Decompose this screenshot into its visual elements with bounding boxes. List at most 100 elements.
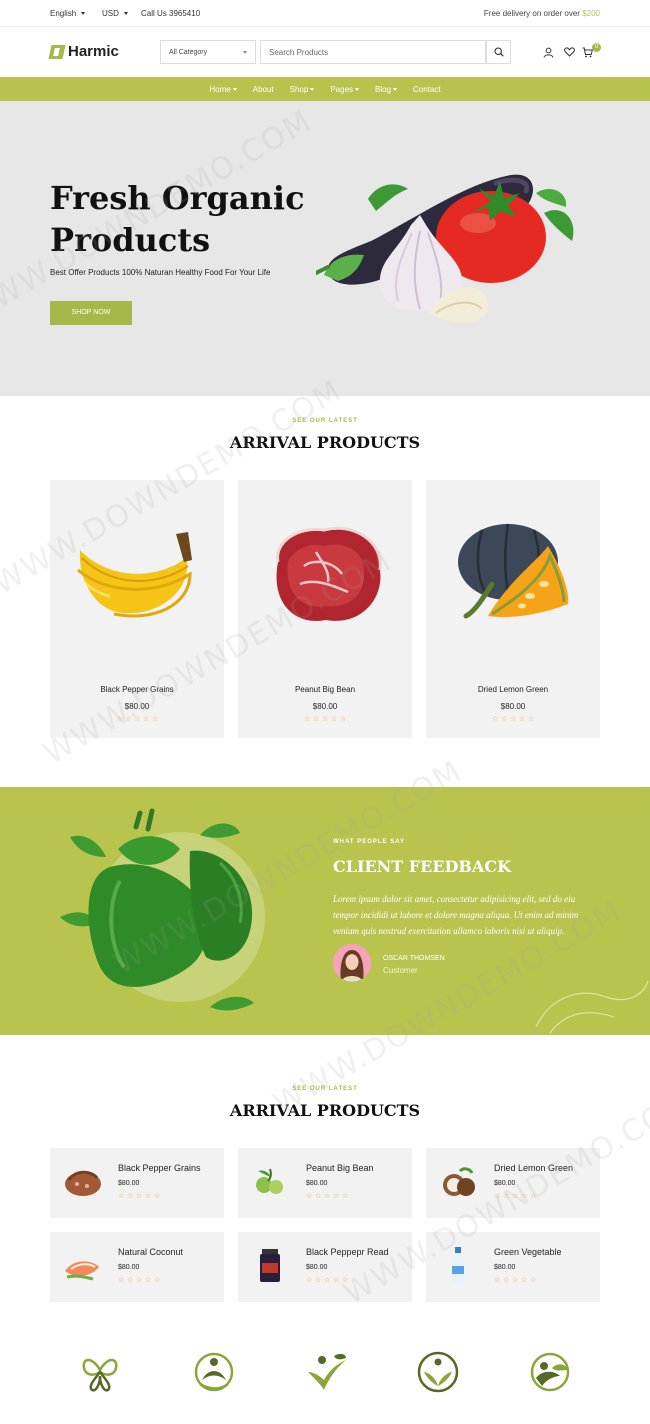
nav-contact-label: Contact — [413, 84, 441, 94]
arrivals-title: ARRIVAL PRODUCTS — [229, 433, 421, 452]
product-price: $80.00 — [306, 1264, 328, 1271]
delivery-text: Free delivery on order over — [483, 9, 580, 18]
nav-shop[interactable]: Shop — [290, 85, 315, 94]
product-card[interactable]: Black Pepper Grains $80.00 ☆ ☆ ☆ ☆ ☆ — [50, 480, 224, 738]
meat-image — [276, 526, 382, 621]
product-rating: ☆ ☆ ☆ ☆ ☆ — [304, 716, 347, 723]
product-card-small[interactable]: Natural Coconut $80.00 ☆ ☆ ☆ ☆ ☆ — [50, 1232, 224, 1302]
language-label: English — [50, 9, 77, 18]
cart-count-badge: 0 — [592, 43, 601, 52]
hero-banner: Fresh Organic Products Best Offer Produc… — [0, 101, 650, 396]
customer-name: OSCAR THOMSEN — [383, 955, 445, 962]
header: Harmic All Category 0 — [0, 27, 650, 77]
product-card-small[interactable]: Black Pepper Grains $80.00 ☆ ☆ ☆ ☆ ☆ — [50, 1148, 224, 1218]
product-name[interactable]: Natural Coconut — [118, 1247, 183, 1257]
product-price: $80.00 — [124, 702, 150, 711]
nav-about[interactable]: About — [253, 85, 274, 94]
feedback-label: WHAT PEOPLE SAY — [333, 839, 406, 845]
product-thumbnail — [436, 1160, 480, 1204]
chevron-down-icon — [243, 51, 247, 54]
pumpkin-image — [458, 523, 569, 619]
product-rating: ☆ ☆ ☆ ☆ ☆ — [492, 716, 535, 723]
product-card-small[interactable]: Black Peppepr Read $80.00 ☆ ☆ ☆ ☆ ☆ — [238, 1232, 412, 1302]
avatar — [333, 944, 371, 982]
chevron-down-icon — [123, 12, 128, 15]
decorative-line-art — [535, 980, 649, 1034]
product-thumbnail — [60, 1244, 104, 1288]
search-icon — [493, 47, 504, 57]
phone-label: Call Us 3965410 — [141, 9, 201, 18]
nav-blog-label: Blog — [375, 84, 392, 94]
product-name[interactable]: Black Pepper Grains — [118, 1163, 201, 1173]
search-button[interactable] — [486, 40, 511, 64]
user-icon — [543, 47, 553, 58]
logo-icon — [48, 44, 66, 59]
brand-logo[interactable] — [416, 1350, 460, 1394]
brand-logo[interactable] — [78, 1350, 122, 1394]
product-name[interactable]: Dried Lemon Green — [426, 685, 600, 694]
phone-number: Call Us 3965410 — [141, 9, 200, 18]
product-card-small[interactable]: Dried Lemon Green $80.00 ☆ ☆ ☆ ☆ ☆ — [426, 1148, 600, 1218]
chevron-down-icon — [232, 87, 237, 91]
product-rating: ☆ ☆ ☆ ☆ ☆ — [494, 1277, 537, 1284]
shop-now-button[interactable]: SHOP NOW — [50, 301, 132, 325]
product-card[interactable]: Dried Lemon Green $80.00 ☆ ☆ ☆ ☆ ☆ — [426, 480, 600, 738]
product-name[interactable]: Black Pepper Grains — [50, 685, 224, 694]
feedback-text: Lorem ipsum dolor sit amet, consectetur … — [333, 894, 579, 936]
cart-icon — [582, 47, 593, 57]
page: English USD Call Us 3965410 Free deliver… — [0, 0, 650, 1424]
nav-pages[interactable]: Pages — [330, 85, 360, 94]
nav-blog[interactable]: Blog — [375, 84, 398, 94]
product-name[interactable]: Green Vegetable — [494, 1247, 562, 1257]
hero-vegetables-image — [316, 174, 574, 323]
product-rating: ☆ ☆ ☆ ☆ ☆ — [494, 1193, 537, 1200]
nav-about-label: About — [252, 84, 274, 94]
product-name[interactable]: Dried Lemon Green — [494, 1163, 573, 1173]
main-nav: Home About Shop Pages Blog Contact — [0, 77, 650, 101]
product-rating: ☆ ☆ ☆ ☆ ☆ — [118, 1277, 161, 1284]
hero-title-line1: Fresh Organic — [50, 179, 305, 217]
product-card-small[interactable]: Green Vegetable $80.00 ☆ ☆ ☆ ☆ ☆ — [426, 1232, 600, 1302]
top-bar: English USD Call Us 3965410 Free deliver… — [0, 0, 650, 27]
product-card[interactable]: Peanut Big Bean $80.00 ☆ ☆ ☆ ☆ ☆ — [238, 480, 412, 738]
logo[interactable]: Harmic — [48, 43, 119, 60]
product-name[interactable]: Peanut Big Bean — [238, 685, 412, 694]
wishlist-button[interactable] — [562, 45, 576, 59]
category-select[interactable]: All Category — [160, 40, 256, 64]
chevron-down-icon — [81, 12, 86, 15]
nav-contact[interactable]: Contact — [413, 85, 441, 94]
product-name[interactable]: Black Peppepr Read — [306, 1247, 389, 1257]
delivery-notice: Free delivery on order over $200 — [484, 9, 600, 18]
account-button[interactable] — [541, 45, 555, 59]
brand-logo[interactable] — [528, 1350, 572, 1394]
product-price: $80.00 — [494, 1180, 516, 1187]
category-select-value: All Category — [169, 49, 208, 56]
currency-label: USD — [102, 9, 119, 18]
product-rating: ☆ ☆ ☆ ☆ ☆ — [116, 716, 159, 723]
product-thumbnail — [248, 1244, 292, 1288]
search-input[interactable] — [260, 40, 486, 64]
nav-home[interactable]: Home — [209, 84, 237, 94]
customer-role: Customer — [383, 966, 418, 975]
currency-select[interactable]: USD — [102, 9, 128, 18]
hero-subtitle: Best Offer Products 100% Naturan Healthy… — [50, 268, 271, 277]
client-feedback-section: WHAT PEOPLE SAY CLIENT FEEDBACK Lorem ip… — [0, 787, 650, 1035]
product-card-small[interactable]: Peanut Big Bean $80.00 ☆ ☆ ☆ ☆ ☆ — [238, 1148, 412, 1218]
banana-image — [77, 532, 192, 618]
nav-shop-label: Shop — [289, 84, 309, 94]
product-price: $80.00 — [118, 1264, 140, 1271]
hero-title: Fresh Organic Products — [50, 177, 310, 261]
nav-home-label: Home — [209, 84, 231, 94]
product-thumbnail — [60, 1160, 104, 1204]
brand-logo[interactable] — [304, 1350, 348, 1394]
product-name[interactable]: Peanut Big Bean — [306, 1163, 374, 1173]
pepper-image — [60, 808, 265, 1011]
customer-avatar-image — [333, 944, 371, 982]
chevron-down-icon — [355, 87, 360, 91]
language-select[interactable]: English — [50, 9, 86, 18]
chevron-down-icon — [310, 87, 315, 91]
product-rating: ☆ ☆ ☆ ☆ ☆ — [306, 1277, 349, 1284]
brand-logo[interactable] — [192, 1350, 236, 1394]
hero-title-line2: Products — [50, 221, 211, 259]
arrivals2-title: ARRIVAL PRODUCTS — [229, 1101, 421, 1120]
